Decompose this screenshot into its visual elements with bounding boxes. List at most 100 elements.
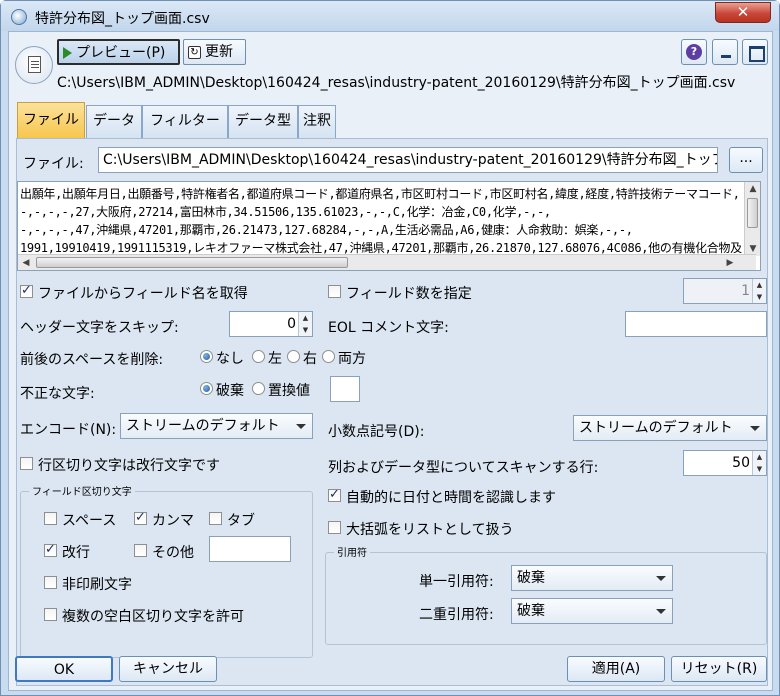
eol-comment-input[interactable] <box>625 311 767 337</box>
refresh-button[interactable]: ↻ 更新 <box>183 39 246 65</box>
get-field-names-checkbox[interactable] <box>20 283 33 298</box>
file-path-header: C:\Users\IBM_ADMIN\Desktop\160424_resas\… <box>57 75 736 91</box>
cancel-button[interactable]: キャンセル <box>119 656 217 682</box>
play-icon <box>63 47 72 59</box>
delim-space-label: スペース <box>62 513 117 529</box>
auto-datetime-checkbox[interactable] <box>328 487 341 502</box>
double-quote-label: 二重引用符: <box>419 607 494 623</box>
file-node-icon <box>15 46 53 84</box>
invalid-discard-radio[interactable] <box>200 382 213 395</box>
preview-button[interactable]: プレビュー(P) <box>57 39 180 65</box>
trim-right-radio[interactable] <box>287 350 300 363</box>
stepper-down-icon[interactable]: ▼ <box>752 291 766 303</box>
file-path-input[interactable]: C:\Users\IBM_ADMIN\Desktop\160424_resas\… <box>98 147 718 173</box>
single-quote-label: 単一引用符: <box>419 574 494 590</box>
stepper-up-icon[interactable]: ▲ <box>752 279 766 291</box>
file-preview: 出願年,出願年月日,出願番号,特許権者名,都道府県コード,都道府県名,市区町村コ… <box>17 181 761 271</box>
maximize-button[interactable] <box>742 39 768 65</box>
tab-filter[interactable]: フィルター <box>142 105 228 138</box>
delim-multi-blank-checkbox[interactable] <box>44 608 57 621</box>
auto-datetime-label: 自動的に日付と時間を認識します <box>346 490 556 506</box>
field-delimiters-title: フィールド区切り文字 <box>29 483 135 498</box>
file-label: ファイル: <box>23 156 84 172</box>
delim-space-checkbox[interactable] <box>44 512 57 525</box>
preview-vertical-scrollbar[interactable]: ▲ ▼ <box>744 182 760 256</box>
specify-field-count-label: フィールド数を指定 <box>346 286 472 302</box>
field-count-stepper[interactable]: 1 ▲ ▼ <box>683 278 767 304</box>
trim-left-radio[interactable] <box>252 350 265 363</box>
file-tab-panel: ファイル: C:\Users\IBM_ADMIN\Desktop\160424_… <box>16 138 768 686</box>
stepper-up-icon[interactable]: ▲ <box>752 451 766 463</box>
tab-types[interactable]: データ型 <box>228 105 298 138</box>
delim-multi-blank-label: 複数の空白区切り文字を許可 <box>62 609 244 625</box>
scroll-thumb[interactable] <box>747 198 758 228</box>
chevron-down-icon <box>296 424 306 429</box>
refresh-icon: ↻ <box>188 45 201 59</box>
replace-value-input[interactable] <box>330 376 360 402</box>
scroll-left-icon[interactable]: ◀ <box>18 256 34 270</box>
field-delimiters-group: フィールド区切り文字 スペース カンマ タブ 改行 その他 非印刷文字 複数の空… <box>20 483 313 658</box>
help-icon: ? <box>686 44 702 60</box>
delim-nonprint-label: 非印刷文字 <box>62 577 132 593</box>
chevron-down-icon <box>656 576 666 581</box>
invalid-replace-radio[interactable] <box>252 382 265 395</box>
delim-nonprint-checkbox[interactable] <box>44 576 57 589</box>
line-delim-checkbox[interactable] <box>20 457 33 470</box>
decimal-select[interactable]: ストリームのデフォルト <box>573 415 767 441</box>
delim-tab-label: タブ <box>227 513 255 529</box>
preview-line: -,-,-,-,47,沖縄県,47201,那覇市,26.21473,127.68… <box>20 223 633 237</box>
chevron-down-icon <box>656 609 666 614</box>
app-icon <box>11 9 27 25</box>
ok-button[interactable]: OK <box>15 656 113 682</box>
treat-brackets-checkbox[interactable] <box>328 521 341 534</box>
tab-annotations[interactable]: 注釈 <box>298 105 336 138</box>
treat-brackets-label: 大括弧をリストとして扱う <box>346 522 514 538</box>
preview-line: -,-,-,-,27,大阪府,27214,富田林市,34.51506,135.6… <box>20 205 551 219</box>
trim-both-radio[interactable] <box>322 350 335 363</box>
close-button[interactable]: ✕ <box>715 2 771 23</box>
single-quote-select[interactable]: 破棄 <box>511 565 673 591</box>
title-bar[interactable]: 特許分布図_トップ画面.csv ✕ <box>1 1 779 31</box>
delim-newline-label: 改行 <box>62 545 90 561</box>
skip-header-label: ヘッダー文字をスキップ: <box>20 320 179 336</box>
apply-button[interactable]: 適用(A) <box>567 656 665 682</box>
delim-other-input[interactable] <box>209 536 291 562</box>
skip-header-stepper[interactable]: 0 ▲ ▼ <box>229 311 313 337</box>
stepper-down-icon[interactable]: ▼ <box>752 463 766 475</box>
invalid-replace-label: 置換値 <box>268 383 310 399</box>
tab-data[interactable]: データ <box>86 105 142 138</box>
browse-button[interactable]: ... <box>729 147 763 173</box>
help-button[interactable]: ? <box>681 39 707 65</box>
dialog-client: プレビュー(P) ↻ 更新 ? C:\Users\IBM_ADMIN\Deskto… <box>8 31 773 691</box>
delim-comma-checkbox[interactable] <box>134 510 147 525</box>
double-quote-select[interactable]: 破棄 <box>511 598 673 624</box>
stepper-down-icon[interactable]: ▼ <box>298 324 312 336</box>
minimize-button[interactable] <box>712 39 738 65</box>
stepper-up-icon[interactable]: ▲ <box>298 312 312 324</box>
trim-none-label: なし <box>216 351 244 367</box>
encoding-select[interactable]: ストリームのデフォルト <box>120 413 313 439</box>
scroll-right-icon[interactable]: ▶ <box>722 256 738 270</box>
quotes-title: 引用符 <box>334 544 370 559</box>
delim-tab-checkbox[interactable] <box>209 512 222 525</box>
scroll-thumb[interactable] <box>36 257 348 268</box>
get-field-names-label: ファイルからフィールド名を取得 <box>38 286 248 302</box>
reset-button[interactable]: リセット(R) <box>671 656 767 682</box>
scroll-up-icon[interactable]: ▲ <box>745 182 760 196</box>
tab-file[interactable]: ファイル <box>17 102 85 138</box>
line-delim-label: 行区切り文字は改行文字です <box>38 458 220 474</box>
specify-field-count-checkbox[interactable] <box>328 285 341 298</box>
window-title: 特許分布図_トップ画面.csv <box>35 11 210 27</box>
delim-other-label: その他 <box>152 545 194 561</box>
invalid-discard-label: 破棄 <box>216 383 244 399</box>
eol-comment-label: EOL コメント文字: <box>328 320 449 336</box>
delim-other-checkbox[interactable] <box>134 544 147 557</box>
trim-left-label: 左 <box>268 351 282 367</box>
trim-none-radio[interactable] <box>200 350 213 363</box>
preview-horizontal-scrollbar[interactable]: ◀ ▶ <box>18 254 756 270</box>
encoding-label: エンコード(N): <box>20 422 117 438</box>
scan-rows-stepper[interactable]: 50 ▲ ▼ <box>683 450 767 476</box>
trim-right-label: 右 <box>303 351 317 367</box>
scan-rows-label: 列およびデータ型についてスキャンする行: <box>328 460 599 476</box>
delim-newline-checkbox[interactable] <box>44 542 57 557</box>
